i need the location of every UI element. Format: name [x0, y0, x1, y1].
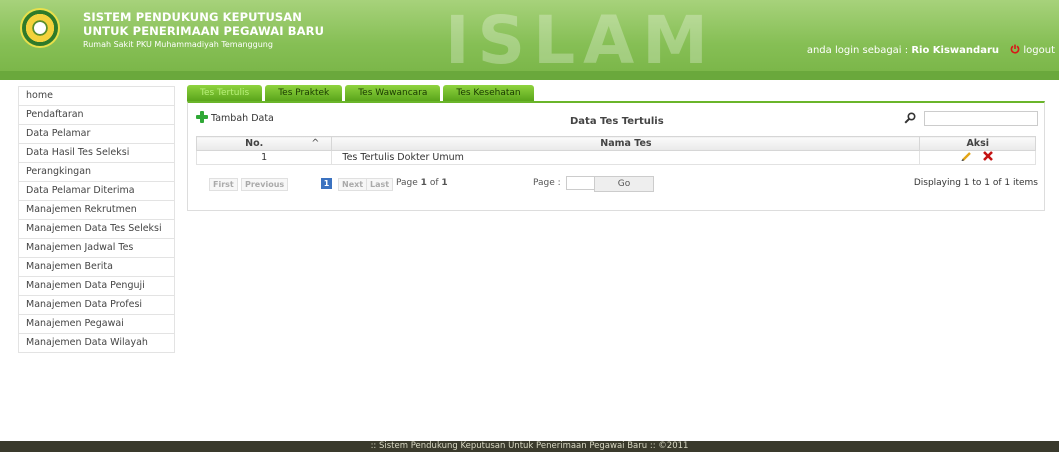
- page-info: Page 1 of 1: [396, 178, 448, 188]
- content-panel: Tambah Data Data Tes Tertulis No. ^ Nama…: [187, 101, 1045, 211]
- page-jump-label: Page :: [533, 178, 561, 188]
- sidebar-item-data-tes-seleksi[interactable]: Manajemen Data Tes Seleksi: [18, 220, 175, 239]
- display-info: Displaying 1 to 1 of 1 items: [913, 178, 1038, 188]
- sidebar-item-pendaftaran[interactable]: Pendaftaran: [18, 106, 175, 125]
- sidebar-item-rekrutmen[interactable]: Manajemen Rekrutmen: [18, 201, 175, 220]
- data-table: No. ^ Nama Tes Aksi 1 Tes Tertulis Dokte…: [195, 136, 1036, 165]
- footer: :: Sistem Pendukung Keputusan Untuk Pene…: [0, 441, 1059, 452]
- tab-bar: Tes Tertulis Tes Praktek Tes Wawancara T…: [187, 85, 537, 101]
- grid-title: Data Tes Tertulis: [570, 116, 664, 127]
- page-jump-input[interactable]: [566, 176, 595, 190]
- last-page-button[interactable]: Last: [366, 178, 394, 191]
- search-icon: [904, 112, 916, 124]
- tab-label: Tes Wawancara: [358, 88, 428, 98]
- sidebar-item-pegawai[interactable]: Manajemen Pegawai: [18, 315, 175, 334]
- go-button[interactable]: Go: [594, 176, 654, 192]
- cell-no: 1: [195, 150, 333, 165]
- logo-icon: [20, 8, 60, 48]
- first-page-button[interactable]: First: [209, 178, 238, 191]
- pencil-icon[interactable]: [961, 151, 973, 162]
- page-number: 1: [420, 178, 427, 188]
- page-prefix: Page: [396, 178, 418, 188]
- sidebar-item-jadwal-tes[interactable]: Manajemen Jadwal Tes: [18, 239, 175, 258]
- tab-label: Tes Praktek: [278, 88, 330, 98]
- tab-tes-tertulis[interactable]: Tes Tertulis: [187, 85, 263, 101]
- app-subtitle: Rumah Sakit PKU Muhammadiyah Temanggung: [83, 40, 273, 49]
- column-header-aksi: Aksi: [919, 136, 1036, 151]
- column-label-no: No.: [245, 138, 264, 149]
- power-icon[interactable]: [1010, 44, 1020, 54]
- plus-icon: [196, 111, 208, 123]
- tab-tes-praktek[interactable]: Tes Praktek: [265, 85, 343, 101]
- header: ISLAM SISTEM PENDUKUNG KEPUTUSAN UNTUK P…: [0, 0, 1059, 80]
- cell-aksi: [919, 150, 1036, 165]
- username: Rio Kiswandaru: [911, 45, 999, 56]
- next-page-button[interactable]: Next: [338, 178, 368, 191]
- tab-label: Tes Kesehatan: [456, 88, 521, 98]
- previous-page-button[interactable]: Previous: [241, 178, 289, 191]
- tab-tes-wawancara[interactable]: Tes Wawancara: [345, 85, 441, 101]
- add-data-label: Tambah Data: [211, 113, 274, 124]
- login-area: anda login sebagai : Rio Kiswandaru logo…: [807, 44, 1055, 56]
- pagination: First Previous 1 Next Last Page 1 of 1 P…: [196, 176, 1038, 192]
- sidebar-item-data-wilayah[interactable]: Manajemen Data Wilayah: [18, 334, 175, 353]
- sidebar-item-data-hasil-tes[interactable]: Data Hasil Tes Seleksi: [18, 144, 175, 163]
- table-row[interactable]: 1 Tes Tertulis Dokter Umum: [195, 150, 1036, 165]
- cell-nama-tes: Tes Tertulis Dokter Umum: [331, 150, 921, 165]
- sidebar-item-data-pelamar[interactable]: Data Pelamar: [18, 125, 175, 144]
- sidebar-item-perangkingan[interactable]: Perangkingan: [18, 163, 175, 182]
- logout-link[interactable]: logout: [1023, 45, 1055, 56]
- sidebar-item-berita[interactable]: Manajemen Berita: [18, 258, 175, 277]
- column-header-no[interactable]: No. ^: [195, 136, 333, 151]
- sidebar: home Pendaftaran Data Pelamar Data Hasil…: [18, 86, 175, 353]
- page-of: of: [429, 178, 439, 188]
- app-title-line2: UNTUK PENERIMAAN PEGAWAI BARU: [83, 24, 325, 38]
- add-data-button[interactable]: Tambah Data: [196, 111, 274, 124]
- tab-tes-kesehatan[interactable]: Tes Kesehatan: [443, 85, 534, 101]
- column-header-nama-tes[interactable]: Nama Tes: [331, 136, 921, 151]
- sidebar-item-pelamar-diterima[interactable]: Data Pelamar Diterima: [18, 182, 175, 201]
- sidebar-item-data-profesi[interactable]: Manajemen Data Profesi: [18, 296, 175, 315]
- delete-icon[interactable]: [982, 151, 994, 161]
- current-page-button[interactable]: 1: [321, 178, 332, 189]
- watermark-text: ISLAM: [445, 2, 716, 79]
- page-total: 1: [441, 178, 448, 188]
- sidebar-item-data-penguji[interactable]: Manajemen Data Penguji: [18, 277, 175, 296]
- login-prefix: anda login sebagai :: [806, 45, 909, 56]
- sidebar-item-home[interactable]: home: [18, 86, 175, 106]
- sort-asc-icon: ^: [311, 138, 320, 149]
- header-strip: [0, 71, 1059, 80]
- app-title-line1: SISTEM PENDUKUNG KEPUTUSAN: [83, 10, 303, 24]
- search-input[interactable]: [924, 111, 1038, 126]
